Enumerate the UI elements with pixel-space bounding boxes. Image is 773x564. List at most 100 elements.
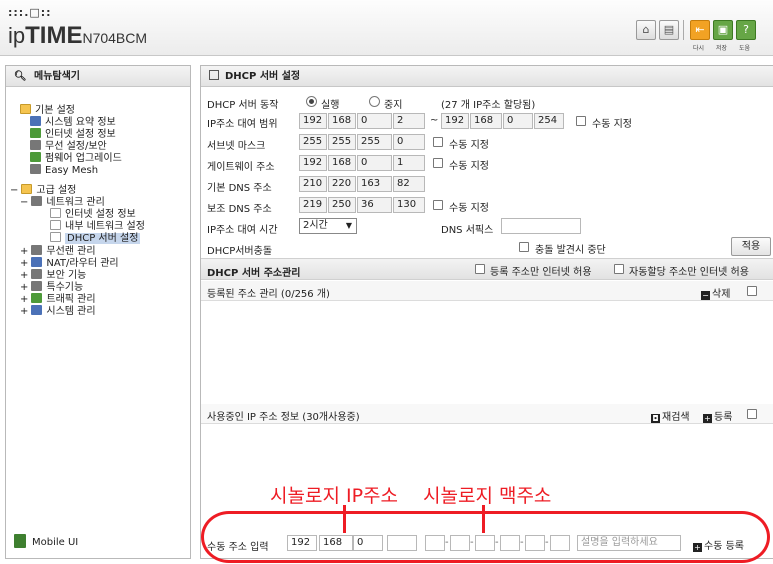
tree-network-mgmt[interactable]: − 네트워크 관리 (20, 196, 105, 208)
lock-icon (31, 269, 43, 279)
window-icon[interactable]: ▤ (659, 20, 679, 40)
wireless-icon (30, 140, 41, 150)
page-icon (50, 232, 61, 242)
tree-wireless-mgmt[interactable]: + 무선랜 관리 (20, 245, 96, 257)
tree-system-mgmt[interactable]: + 시스템 관리 (20, 305, 96, 317)
dhcp-stop-radio[interactable] (369, 96, 380, 107)
firmware-icon (30, 152, 41, 162)
annotation-mac: 시놀로지 맥주소 (423, 485, 552, 507)
auto-only-checkbox[interactable] (614, 264, 624, 274)
dns2-octet-2[interactable]: 250 (328, 197, 356, 213)
brand-bold: TIME (25, 22, 83, 49)
help-icon[interactable]: ? (736, 20, 756, 40)
range-start-octet-2[interactable]: 168 (328, 113, 356, 129)
plus-icon: + (703, 414, 712, 423)
range-start-octet-4[interactable]: 2 (393, 113, 425, 129)
conflict-stop-checkbox[interactable] (519, 242, 529, 252)
tree-advanced-settings[interactable]: − 고급 설정 (10, 184, 76, 196)
apply-button[interactable]: 적용 (731, 237, 771, 256)
range-end-octet-4[interactable]: 254 (534, 113, 564, 129)
collapse-icon[interactable]: − (10, 185, 18, 196)
mobile-ui-link[interactable]: Mobile UI (14, 534, 78, 548)
system-icon (31, 305, 43, 315)
expand-icon[interactable]: + (20, 306, 28, 317)
range-end-octet-1[interactable]: 192 (441, 113, 469, 129)
folder-icon (21, 184, 33, 194)
tree-nat-router[interactable]: + NAT/라우터 관리 (20, 257, 119, 269)
dns2-octet-3[interactable]: 36 (357, 197, 392, 213)
tree-firmware-upgrade[interactable]: 펌웨어 업그레이드 (30, 152, 122, 164)
in-use-address-header: 사용중인 IP 주소 정보 (30개사용중) ◘ 재검색 + 등록 (201, 404, 773, 424)
rescan-button[interactable]: ◘ 재검색 (651, 408, 690, 423)
dns1-octet-4[interactable]: 82 (393, 176, 425, 192)
tree-easy-mesh[interactable]: Easy Mesh (30, 164, 98, 176)
gateway-octet-2[interactable]: 168 (328, 155, 356, 171)
tree-internet-settings[interactable]: 인터넷 설정 정보 (50, 208, 136, 220)
range-separator: ~ (430, 115, 439, 126)
menu-explorer: 🔍︎ 메뉴탐색기 기본 설정 시스템 요약 정보 인터넷 설정 정보 무선 설정/… (5, 65, 191, 559)
rescan-icon: ◘ (651, 414, 660, 423)
range-end-octet-2[interactable]: 168 (470, 113, 502, 129)
registered-only-label: 등록 주소만 인터넷 허용 (490, 267, 592, 278)
expand-icon[interactable]: + (20, 258, 28, 269)
tree-lan-settings[interactable]: 내부 네트워크 설정 (50, 220, 145, 232)
expand-icon[interactable]: + (20, 294, 28, 305)
tree-security[interactable]: + 보안 기능 (20, 269, 86, 281)
dns2-octet-1[interactable]: 219 (299, 197, 327, 213)
collapse-icon[interactable]: − (20, 197, 28, 208)
brand-logo: ipTIMEN704BCM (8, 22, 147, 50)
range-manual-label: 수동 지정 (592, 119, 632, 130)
delete-button[interactable]: − 삭제 (701, 285, 730, 300)
subnet-octet-4[interactable]: 0 (393, 134, 425, 150)
subnet-octet-2[interactable]: 255 (328, 134, 356, 150)
save-icon[interactable]: ▣ (713, 20, 733, 40)
network-icon (31, 196, 43, 206)
tree-traffic[interactable]: + 트래픽 관리 (20, 293, 96, 305)
registered-only-checkbox[interactable] (475, 264, 485, 274)
gateway-manual-checkbox[interactable] (433, 158, 443, 168)
range-end-octet-3[interactable]: 0 (503, 113, 533, 129)
tree-basic-settings[interactable]: 기본 설정 (20, 104, 75, 116)
range-start-octet-1[interactable]: 192 (299, 113, 327, 129)
home-icon[interactable]: ⌂ (636, 20, 656, 40)
dns2-manual-checkbox[interactable] (433, 200, 443, 210)
expand-icon[interactable]: + (20, 246, 28, 257)
gateway-octet-3[interactable]: 0 (357, 155, 392, 171)
tree-wireless-security[interactable]: 무선 설정/보안 (30, 140, 107, 152)
model-name: N704BCM (82, 30, 148, 46)
register-button[interactable]: + 등록 (703, 408, 732, 423)
dns-suffix-input[interactable] (501, 218, 581, 234)
expand-icon[interactable]: + (20, 282, 28, 293)
tree-dhcp-settings[interactable]: DHCP 서버 설정 (50, 232, 141, 244)
dns1-octet-1[interactable]: 210 (299, 176, 327, 192)
minus-icon: − (701, 291, 710, 300)
gateway-octet-4[interactable]: 1 (393, 155, 425, 171)
subnet-octet-1[interactable]: 255 (299, 134, 327, 150)
range-manual-checkbox[interactable] (576, 116, 586, 126)
expand-icon[interactable]: + (20, 270, 28, 281)
subnet-octet-3[interactable]: 255 (357, 134, 392, 150)
registered-select-all-checkbox[interactable] (747, 286, 757, 296)
gateway-octet-1[interactable]: 192 (299, 155, 327, 171)
tree-internet-info[interactable]: 인터넷 설정 정보 (30, 128, 116, 140)
dhcp-run-radio[interactable] (306, 96, 317, 107)
logout-icon[interactable]: ⇤ (690, 20, 710, 40)
dns1-octet-3[interactable]: 163 (357, 176, 392, 192)
folder-icon (20, 104, 31, 114)
subnet-manual-checkbox[interactable] (433, 137, 443, 147)
range-start-octet-3[interactable]: 0 (357, 113, 392, 129)
dns2-octet-4[interactable]: 130 (393, 197, 425, 213)
dns2-manual-label: 수동 지정 (449, 203, 489, 214)
dns1-octet-2[interactable]: 220 (328, 176, 356, 192)
panel-title: DHCP 서버 설정 (225, 71, 301, 82)
mesh-icon (30, 164, 41, 174)
panel-header: DHCP 서버 설정 (201, 66, 773, 87)
summary-icon (30, 116, 41, 126)
tree-system-summary[interactable]: 시스템 요약 정보 (30, 116, 116, 128)
conflict-stop-label: 충돌 발견시 중단 (535, 245, 606, 256)
in-use-select-all-checkbox[interactable] (747, 409, 757, 419)
logo-dots: :::.□:: (8, 6, 52, 19)
tree-special[interactable]: + 특수기능 (20, 281, 83, 293)
lease-time-select[interactable]: 2시간 ▼ (299, 218, 357, 234)
window-icon (209, 70, 219, 80)
